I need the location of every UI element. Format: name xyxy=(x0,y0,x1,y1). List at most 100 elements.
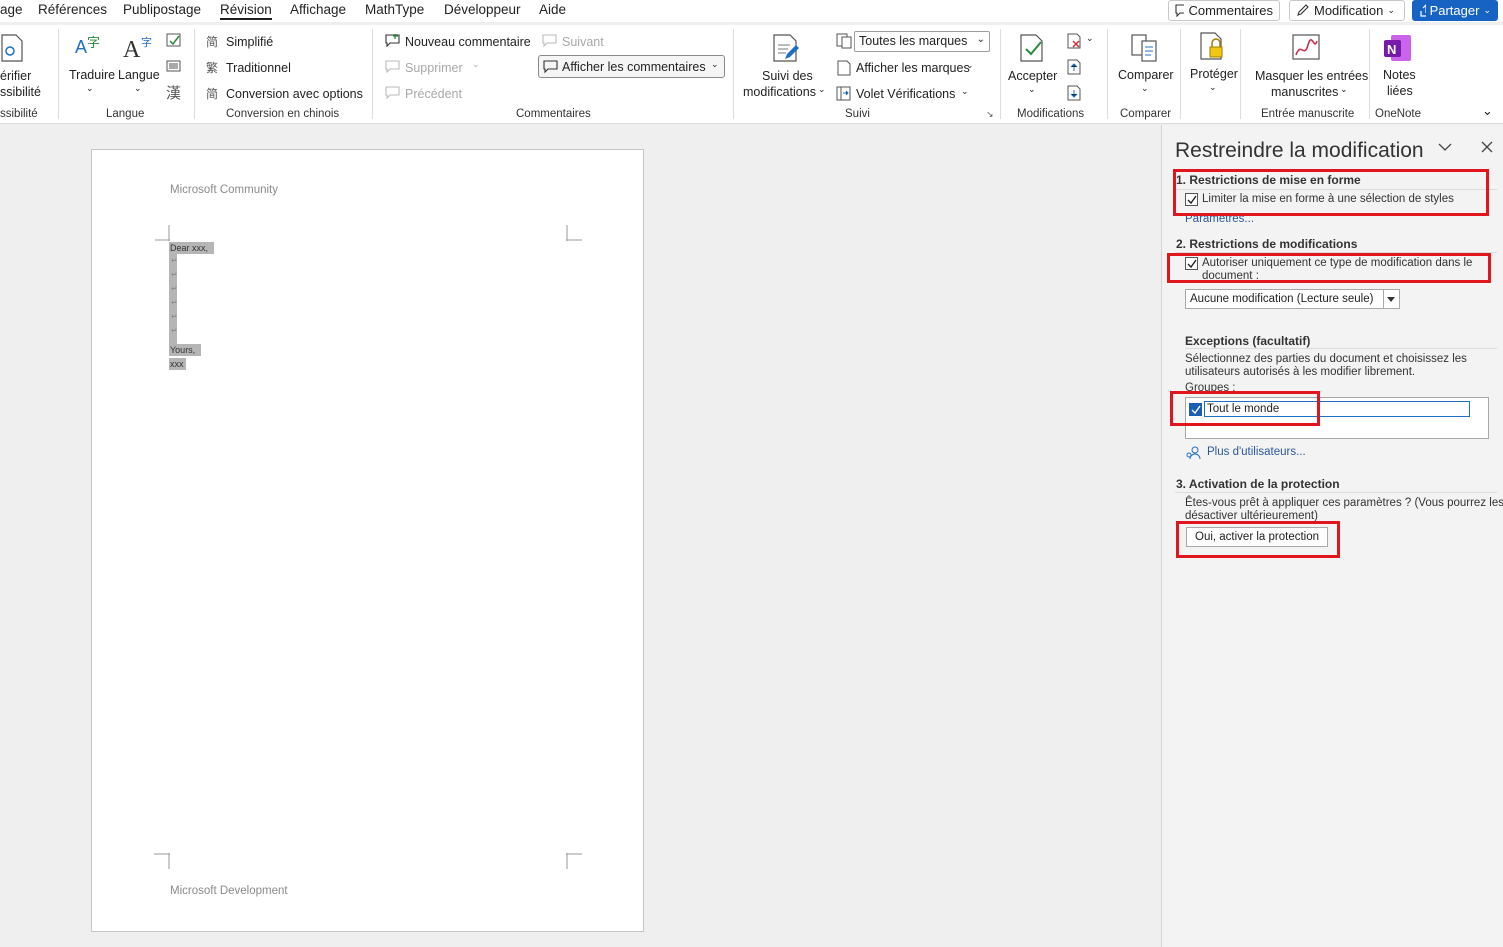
group-separator xyxy=(1240,29,1241,119)
show-comments-label: Afficher les commentaires xyxy=(562,60,706,74)
translate-button[interactable]: Traduire xyxy=(69,68,115,82)
markup-select-value: Toutes les marques xyxy=(859,34,968,48)
group-separator xyxy=(194,29,195,119)
tab-review[interactable]: Révision xyxy=(220,2,272,20)
svg-text:A: A xyxy=(75,37,87,57)
section-protection-title: 3. Activation de la protection xyxy=(1176,477,1340,491)
next-comment-button[interactable]: Suivant xyxy=(562,35,604,49)
document-page[interactable]: Microsoft Community Dear xxx, ↵ ↵ ↵ ↵ ↵ … xyxy=(91,149,644,932)
reviewing-pane-button[interactable]: Volet Vérifications xyxy=(856,87,955,101)
conversion-options-button[interactable]: Conversion avec options xyxy=(226,87,363,101)
chevron-down-icon: ⌄ xyxy=(818,84,826,94)
group-separator xyxy=(372,29,373,119)
kanji-icon[interactable]: 漢 xyxy=(166,82,181,103)
svg-text:字: 字 xyxy=(141,35,152,49)
editing-mode-label: Modification xyxy=(1314,3,1384,18)
group-separator xyxy=(733,29,734,119)
group-label-accessibility: ssibilité xyxy=(0,108,38,120)
simplified-button[interactable]: Simplifié xyxy=(226,35,273,49)
ribbon-tab-row: age Références Publipostage Révision Aff… xyxy=(0,0,1503,22)
tab-page-layout[interactable]: age xyxy=(0,2,23,17)
traditional-chinese-icon: 繁 xyxy=(206,60,218,74)
group-separator xyxy=(58,29,59,119)
previous-change-icon[interactable] xyxy=(1066,59,1082,75)
track-changes-label-1[interactable]: Suivi des xyxy=(762,69,813,83)
editing-mode-button[interactable]: Modification ⌄ xyxy=(1289,0,1405,21)
hide-ink-label-2[interactable]: manuscrites xyxy=(1271,85,1338,99)
chevron-down-icon: ⌄ xyxy=(472,59,480,69)
chevron-down-icon: ⌄ xyxy=(961,86,969,96)
more-users-icon xyxy=(1186,446,1201,460)
tab-mathtype[interactable]: MathType xyxy=(365,2,424,17)
tab-help[interactable]: Aide xyxy=(539,2,566,17)
share-icon xyxy=(1420,4,1426,17)
accessibility-label-2[interactable]: ssibilité xyxy=(0,85,41,99)
delete-comment-button[interactable]: Supprimer xyxy=(405,61,463,75)
svg-text:简: 简 xyxy=(206,87,218,100)
show-comments-button[interactable]: Afficher les commentaires ⌄ xyxy=(538,55,725,78)
selected-text-line[interactable]: Dear xxx, xyxy=(169,242,215,254)
reject-change-icon[interactable] xyxy=(1066,33,1082,49)
next-change-icon[interactable] xyxy=(1066,85,1082,101)
chevron-down-icon: ⌄ xyxy=(1209,82,1217,92)
tab-view[interactable]: Affichage xyxy=(290,2,346,17)
protect-button[interactable]: Protéger xyxy=(1190,67,1238,81)
comments-button[interactable]: Commentaires xyxy=(1168,0,1280,21)
traditional-button[interactable]: Traditionnel xyxy=(226,61,291,75)
annotation-highlight-box xyxy=(1167,253,1491,283)
language-button[interactable]: Langue xyxy=(118,68,160,82)
selected-text-line[interactable]: Yours, xyxy=(169,344,202,356)
show-markup-button[interactable]: Afficher les marques xyxy=(856,61,970,75)
ribbon-collapse-chevron-icon[interactable]: ⌄ xyxy=(1482,103,1493,119)
markup-select[interactable]: Toutes les marques ⌄ xyxy=(854,31,990,52)
chevron-down-icon: ⌄ xyxy=(1483,5,1491,15)
annotation-highlight-box xyxy=(1173,169,1489,216)
more-users-link[interactable]: Plus d'utilisateurs... xyxy=(1207,446,1306,458)
word-count-icon[interactable] xyxy=(166,59,182,73)
compare-button[interactable]: Comparer xyxy=(1118,68,1174,82)
accept-button[interactable]: Accepter xyxy=(1008,69,1057,83)
page-footer[interactable]: Microsoft Development xyxy=(170,885,288,897)
tab-developer[interactable]: Développeur xyxy=(444,2,521,17)
accessibility-label-1[interactable]: érifier xyxy=(0,69,31,83)
section-divider xyxy=(1185,348,1497,349)
linked-notes-label-1[interactable]: Notes xyxy=(1383,68,1416,82)
group-label-comments: Commentaires xyxy=(516,108,591,120)
crop-mark-bottom-left xyxy=(154,853,170,869)
next-comment-icon xyxy=(542,34,557,48)
svg-text:简: 简 xyxy=(206,35,218,48)
pencil-icon xyxy=(1297,4,1309,16)
reviewing-pane-icon xyxy=(836,86,851,101)
pane-options-chevron-icon[interactable] xyxy=(1438,142,1452,152)
share-button[interactable]: Partager ⌄ xyxy=(1412,0,1498,21)
paragraph-mark: ↵ xyxy=(171,284,178,293)
chevron-down-icon: ⌄ xyxy=(1086,33,1094,43)
close-icon[interactable] xyxy=(1481,141,1493,153)
dialog-launcher-icon[interactable]: ↘ xyxy=(986,109,994,120)
tab-references[interactable]: Références xyxy=(38,2,107,17)
accessibility-check-icon xyxy=(1,34,23,62)
crop-mark-top-left xyxy=(155,225,170,241)
editing-type-dropdown[interactable]: Aucune modification (Lecture seule) xyxy=(1185,289,1400,309)
group-label-compare: Comparer xyxy=(1120,108,1172,120)
page-header[interactable]: Microsoft Community xyxy=(170,184,278,196)
new-comment-button[interactable]: Nouveau commentaire xyxy=(405,35,531,49)
annotation-highlight-box xyxy=(1176,521,1340,558)
track-changes-label-2[interactable]: modifications xyxy=(743,85,816,99)
svg-text:繁: 繁 xyxy=(206,60,218,74)
translate-icon: A字 xyxy=(75,36,100,57)
restrict-editing-pane: Restreindre la modification 1. Restricti… xyxy=(1161,125,1503,947)
previous-comment-button[interactable]: Précédent xyxy=(405,87,462,101)
group-label-language: Langue xyxy=(106,108,145,120)
new-comment-icon xyxy=(385,34,400,48)
protection-description-1: Êtes-vous prêt à appliquer ces paramètre… xyxy=(1185,497,1503,509)
dropdown-arrow-button[interactable] xyxy=(1383,290,1399,308)
ribbon: érifier ssibilité ssibilité A字 Traduire … xyxy=(0,25,1503,124)
hide-ink-label-1[interactable]: Masquer les entrées xyxy=(1255,69,1368,83)
exceptions-title: Exceptions (facultatif) xyxy=(1185,334,1311,348)
linked-notes-label-2[interactable]: liées xyxy=(1387,84,1413,98)
markup-display-icon xyxy=(836,33,852,49)
selected-text-line[interactable]: xxx xyxy=(169,358,186,370)
spelling-check-icon[interactable] xyxy=(166,33,182,49)
tab-mailings[interactable]: Publipostage xyxy=(123,2,201,17)
